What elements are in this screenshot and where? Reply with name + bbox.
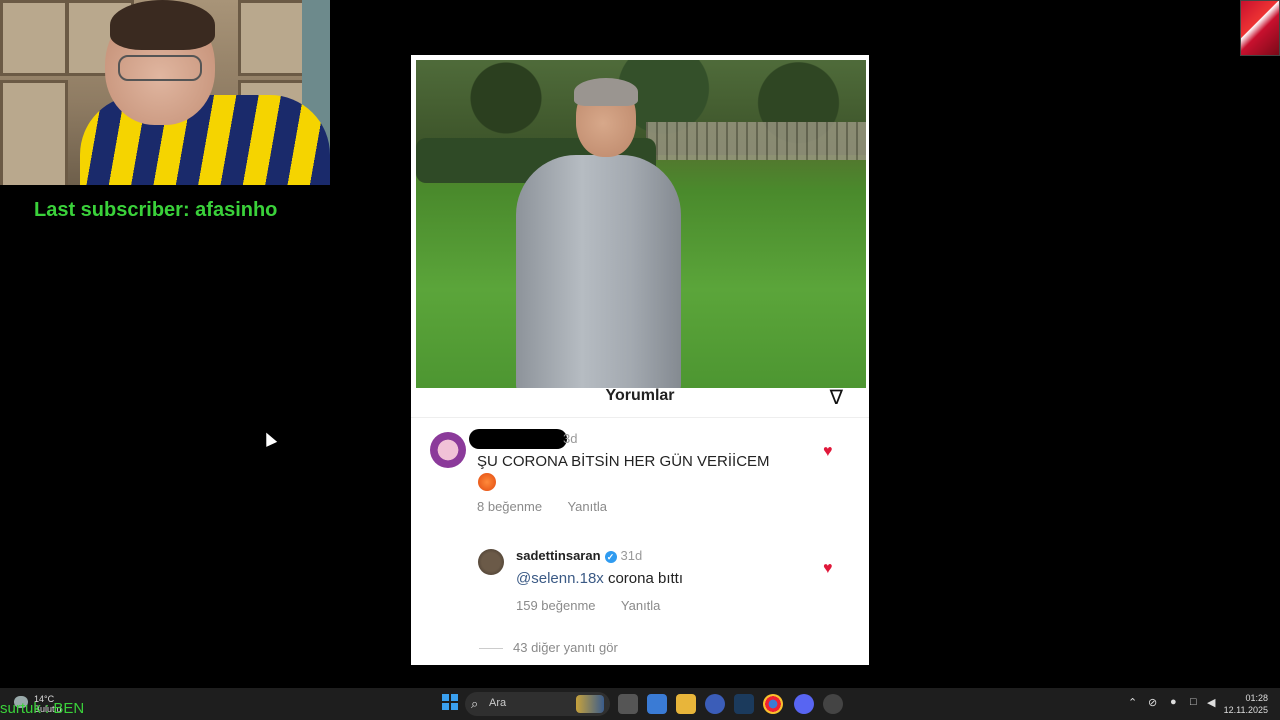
top-right-thumbnail <box>1240 0 1280 56</box>
divider-line <box>479 648 503 650</box>
reply-time: 31d <box>620 548 643 563</box>
reply-meta: 159 beğenme Yanıtla <box>516 598 682 613</box>
chevron-up-icon[interactable]: ⌃ <box>1128 696 1137 709</box>
reply-button[interactable]: Yanıtla <box>567 499 607 514</box>
comment-meta: 8 beğenme Yanıtla <box>477 499 629 514</box>
mention-link[interactable]: @selenn.18x <box>516 570 604 587</box>
search-placeholder: Ara <box>489 697 507 709</box>
webcam-feed <box>0 0 330 185</box>
like-count[interactable]: 8 beğenme <box>477 499 542 514</box>
steam-icon[interactable] <box>734 694 754 714</box>
post-card: Yorumlar ∇ 3d ŞU CORONA BİTSİN HER GÜN V… <box>411 55 869 665</box>
post-photo <box>416 60 866 388</box>
network-off-icon[interactable]: ⊘ <box>1148 696 1157 709</box>
comment-text: ŞU CORONA BİTSİN HER GÜN VERİİCEM <box>477 453 770 470</box>
chrome-icon[interactable] <box>763 694 783 714</box>
chat-overlay-text: surtuk : BEN <box>0 700 85 717</box>
man-shirt <box>516 155 681 388</box>
task-view-icon[interactable] <box>618 694 638 714</box>
avatar[interactable] <box>430 432 466 468</box>
cabinet-door <box>238 0 306 76</box>
discord-icon[interactable] <box>794 694 814 714</box>
streamer-glasses <box>118 55 202 81</box>
view-more-replies[interactable]: 43 diğer yanıtı gör <box>479 640 618 655</box>
verified-badge-icon: ✓ <box>604 550 617 563</box>
display-icon[interactable]: □ <box>1190 696 1197 708</box>
clock-date: 12.11.2025 <box>1223 705 1268 715</box>
comments-header: Yorumlar ∇ <box>411 385 869 418</box>
avatar[interactable] <box>478 549 504 575</box>
last-subscriber-label: Last subscriber: afasinho <box>34 199 278 221</box>
like-count[interactable]: 159 beğenme <box>516 598 596 613</box>
file-explorer-icon[interactable] <box>676 694 696 714</box>
reply-username[interactable]: sadettinsaran <box>516 548 601 563</box>
taskbar: 14°C Bulutlu ⌕ Ara ⌃ ⊘ ● □ ◀ 01:28 12.11… <box>0 688 1280 720</box>
mouse-cursor-icon <box>260 430 278 447</box>
cabinet-door <box>0 0 68 76</box>
streamer-shirt <box>80 95 330 185</box>
calculator-icon[interactable] <box>647 694 667 714</box>
heart-icon[interactable]: ♥ <box>823 443 833 461</box>
taskbar-search[interactable]: ⌕ Ara <box>465 692 610 716</box>
app-icon[interactable] <box>823 694 843 714</box>
comment-time: 3d <box>563 431 578 446</box>
fence <box>646 122 866 160</box>
search-icon: ⌕ <box>471 696 479 711</box>
reply-header: sadettinsaran ✓ 31d <box>516 548 642 563</box>
heart-icon[interactable]: ♥ <box>823 560 833 578</box>
search-highlight-image <box>576 695 604 713</box>
reply-button[interactable]: Yanıtla <box>621 598 661 613</box>
cabinet-door <box>0 80 68 185</box>
send-icon[interactable]: ∇ <box>830 385 843 410</box>
volume-icon[interactable]: ◀ <box>1207 696 1215 709</box>
reply-body: corona bıttı <box>603 570 683 587</box>
more-replies-label[interactable]: 43 diğer yanıtı gör <box>513 640 618 655</box>
comments-title: Yorumlar <box>605 387 675 404</box>
system-clock[interactable]: 01:28 12.11.2025 <box>1224 692 1268 716</box>
censored-username <box>469 429 567 449</box>
reply-text: @selenn.18x corona bıttı <box>516 570 683 587</box>
app-icon[interactable] <box>705 694 725 714</box>
streamer-hair <box>110 0 215 50</box>
clock-time: 01:28 <box>1245 693 1268 703</box>
angry-emoji-icon <box>478 473 496 491</box>
man-hair <box>574 78 638 106</box>
microphone-icon[interactable]: ● <box>1170 696 1177 708</box>
windows-start-icon[interactable] <box>440 694 460 714</box>
